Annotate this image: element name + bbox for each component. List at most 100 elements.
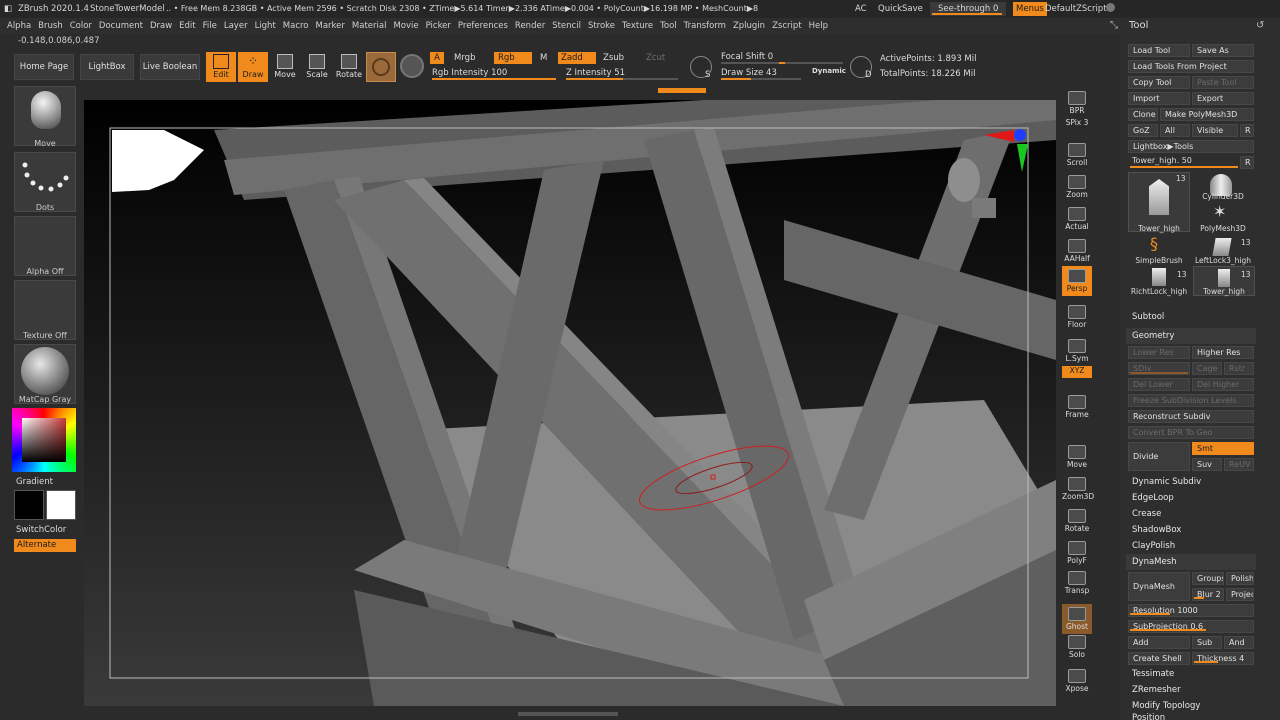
zadd-toggle[interactable]: Zadd <box>558 52 596 64</box>
tool-panel-drag-icon[interactable]: ⤡ <box>1110 20 1122 32</box>
z-intensity-slider[interactable]: Z Intensity 51 <box>566 68 625 78</box>
save-as-button[interactable]: Save As <box>1192 44 1254 57</box>
menu-tool[interactable]: Tool <box>660 18 677 34</box>
ac-button[interactable]: AC <box>855 0 867 18</box>
richtlock-thumb-icon[interactable] <box>1152 268 1166 286</box>
menu-movie[interactable]: Movie <box>393 18 418 34</box>
edgeloop-section[interactable]: EdgeLoop <box>1126 490 1256 506</box>
menu-texture[interactable]: Texture <box>622 18 653 34</box>
simplebrush-icon[interactable]: § <box>1150 236 1158 252</box>
panel-refresh-icon[interactable]: ↺ <box>1256 20 1264 31</box>
menu-document[interactable]: Document <box>99 18 143 34</box>
reconstruct-subdiv-button[interactable]: Reconstruct Subdiv <box>1128 410 1254 423</box>
blur-slider[interactable]: Blur 2 <box>1192 588 1224 601</box>
menu-draw[interactable]: Draw <box>150 18 172 34</box>
paste-tool-button[interactable]: Paste Tool <box>1192 76 1254 89</box>
menu-transform[interactable]: Transform <box>684 18 726 34</box>
xyz-button[interactable]: XYZ <box>1062 366 1092 378</box>
menus-button[interactable]: Menus <box>1013 2 1047 16</box>
default-zscript-button[interactable]: DefaultZScript <box>1045 0 1107 18</box>
dynamic-subdiv-section[interactable]: Dynamic Subdiv <box>1126 474 1256 490</box>
clone-button[interactable]: Clone <box>1128 108 1158 121</box>
alternate-toggle[interactable]: Alternate <box>14 539 76 552</box>
draw-size-slider[interactable]: Draw Size 43 <box>721 68 777 78</box>
smt-toggle[interactable]: Smt <box>1192 442 1254 455</box>
actual-button[interactable]: Actual <box>1062 204 1092 234</box>
menu-preferences[interactable]: Preferences <box>458 18 508 34</box>
spix-button[interactable]: SPix 3 <box>1062 118 1092 130</box>
subprojection-slider[interactable]: SubProjection 0.6 <box>1128 620 1254 633</box>
rotate-mode-button[interactable]: Rotate <box>334 52 364 82</box>
suv-toggle[interactable]: Suv <box>1192 458 1222 471</box>
tessimate-section[interactable]: Tessimate <box>1126 666 1256 682</box>
scale-mode-button[interactable]: Scale <box>302 52 332 82</box>
quicksave-button[interactable]: QuickSave <box>878 0 923 18</box>
zoom-button[interactable]: Zoom <box>1062 172 1092 202</box>
ghost-button[interactable]: Ghost <box>1062 604 1092 634</box>
menu-picker[interactable]: Picker <box>426 18 451 34</box>
menu-zscript[interactable]: Zscript <box>772 18 802 34</box>
claypolish-section[interactable]: ClayPolish <box>1126 538 1256 554</box>
load-tools-from-project-button[interactable]: Load Tools From Project <box>1128 60 1254 73</box>
draw-mode-button[interactable]: ⁘ Draw <box>238 52 268 82</box>
menu-macro[interactable]: Macro <box>283 18 309 34</box>
menu-zplugin[interactable]: Zplugin <box>733 18 765 34</box>
move-button[interactable]: Move <box>1062 442 1092 472</box>
and-button[interactable]: And <box>1224 636 1254 649</box>
goz-all-button[interactable]: All <box>1160 124 1190 137</box>
m-toggle[interactable]: M <box>540 53 547 63</box>
zremesher-section[interactable]: ZRemesher <box>1126 682 1256 698</box>
rotate-button[interactable]: Rotate <box>1062 506 1092 536</box>
lsym-button[interactable]: L.Sym <box>1062 336 1092 366</box>
menu-stencil[interactable]: Stencil <box>552 18 581 34</box>
export-button[interactable]: Export <box>1192 92 1254 105</box>
menu-stroke[interactable]: Stroke <box>588 18 615 34</box>
bottom-tray-toggle[interactable] <box>518 712 618 716</box>
persp-button[interactable]: Persp <box>1062 266 1092 296</box>
dynamic-toggle[interactable]: Dynamic <box>812 67 846 75</box>
floor-button[interactable]: Floor <box>1062 302 1092 332</box>
aahalf-button[interactable]: AAHalf <box>1062 236 1092 266</box>
color-picker[interactable] <box>12 408 76 472</box>
scroll-button[interactable]: Scroll <box>1062 140 1092 170</box>
focal-shift-slider[interactable]: Focal Shift 0 <box>721 52 773 62</box>
menu-layer[interactable]: Layer <box>224 18 248 34</box>
polish-toggle[interactable]: Polish <box>1226 572 1254 585</box>
live-boolean-button[interactable]: Live Boolean <box>140 54 200 80</box>
polyf-button[interactable]: PolyF <box>1062 538 1092 568</box>
goz-visible-button[interactable]: Visible <box>1192 124 1238 137</box>
primary-color-swatch[interactable] <box>14 490 44 520</box>
gradient-label[interactable]: Gradient <box>16 477 53 487</box>
subtool-section[interactable]: Subtool <box>1126 309 1256 325</box>
tool-slider[interactable]: Tower_high. 50 <box>1132 156 1192 165</box>
project-toggle[interactable]: Project <box>1226 588 1254 601</box>
transp-button[interactable]: Transp <box>1062 568 1092 598</box>
solo-button[interactable]: Solo <box>1062 632 1092 662</box>
goz-r-button[interactable]: R <box>1240 124 1254 137</box>
del-higher-button[interactable]: Del Higher <box>1192 378 1254 391</box>
frame-button[interactable]: Frame <box>1062 392 1092 422</box>
import-button[interactable]: Import <box>1128 92 1190 105</box>
edit-mode-button[interactable]: Edit <box>206 52 236 82</box>
thickness-slider[interactable]: Thickness 4 <box>1192 652 1254 665</box>
texture-ball-icon[interactable] <box>400 54 424 78</box>
freeze-subdivision-button[interactable]: Freeze SubDivision Levels <box>1128 394 1254 407</box>
dynamesh-section[interactable]: DynaMesh <box>1126 554 1256 570</box>
menu-edit[interactable]: Edit <box>179 18 195 34</box>
sub-button[interactable]: Sub <box>1192 636 1222 649</box>
zoom3d-button[interactable]: Zoom3D <box>1062 474 1094 504</box>
leftlock-thumb-icon[interactable] <box>1212 238 1232 256</box>
menu-file[interactable]: File <box>203 18 217 34</box>
lightbox-button[interactable]: LightBox <box>80 54 134 80</box>
menu-render[interactable]: Render <box>515 18 545 34</box>
switch-color-button[interactable]: SwitchColor <box>16 525 66 535</box>
groups-toggle[interactable]: Groups <box>1192 572 1224 585</box>
shadowbox-section[interactable]: ShadowBox <box>1126 522 1256 538</box>
make-polymesh-button[interactable]: Make PolyMesh3D <box>1160 108 1254 121</box>
color-square[interactable] <box>22 418 66 462</box>
create-shell-button[interactable]: Create Shell <box>1128 652 1190 665</box>
zcut-toggle[interactable]: Zcut <box>646 53 665 63</box>
lower-res-button[interactable]: Lower Res <box>1128 346 1190 359</box>
rgb-intensity-slider[interactable]: Rgb Intensity 100 <box>432 68 507 78</box>
home-page-button[interactable]: Home Page <box>14 54 74 80</box>
